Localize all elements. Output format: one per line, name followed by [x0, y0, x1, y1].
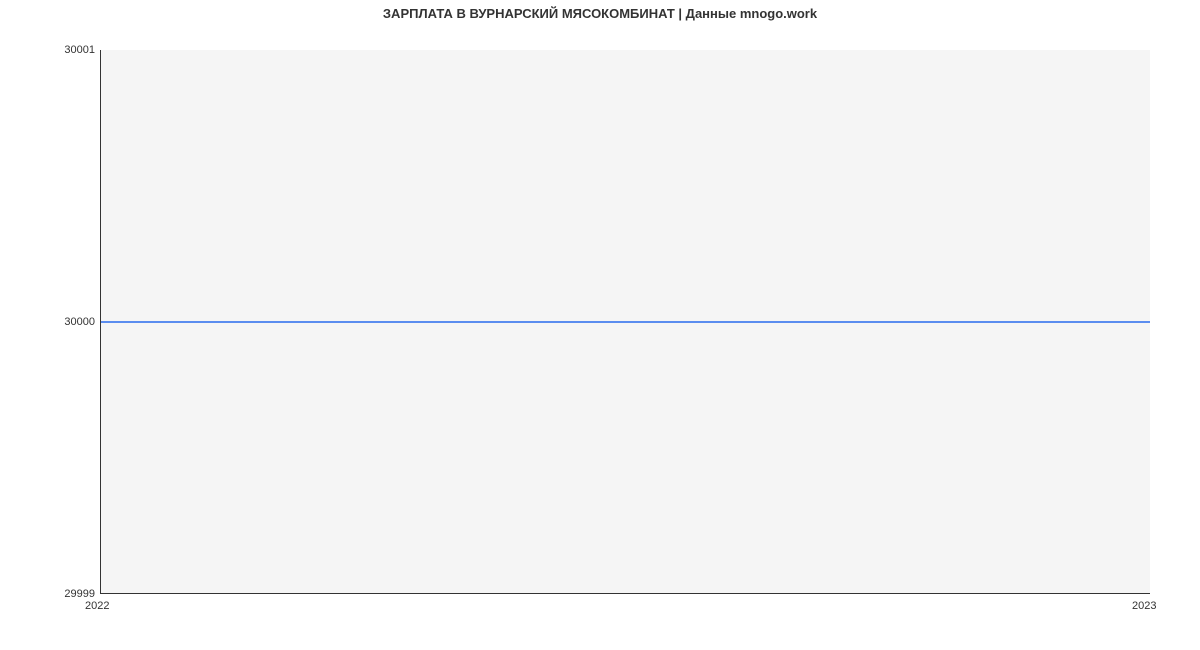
x-tick-label-right: 2023 [1132, 600, 1156, 612]
data-line-series-0 [101, 321, 1150, 323]
y-tick-label-bottom: 29999 [5, 588, 95, 600]
x-tick-label-left: 2022 [85, 600, 109, 612]
chart-title: ЗАРПЛАТА В ВУРНАРСКИЙ МЯСОКОМБИНАТ | Дан… [0, 6, 1200, 21]
y-tick-label-mid: 30000 [5, 316, 95, 328]
plot-area [100, 50, 1150, 594]
y-tick-label-top: 30001 [5, 44, 95, 56]
chart-container: ЗАРПЛАТА В ВУРНАРСКИЙ МЯСОКОМБИНАТ | Дан… [0, 0, 1200, 650]
